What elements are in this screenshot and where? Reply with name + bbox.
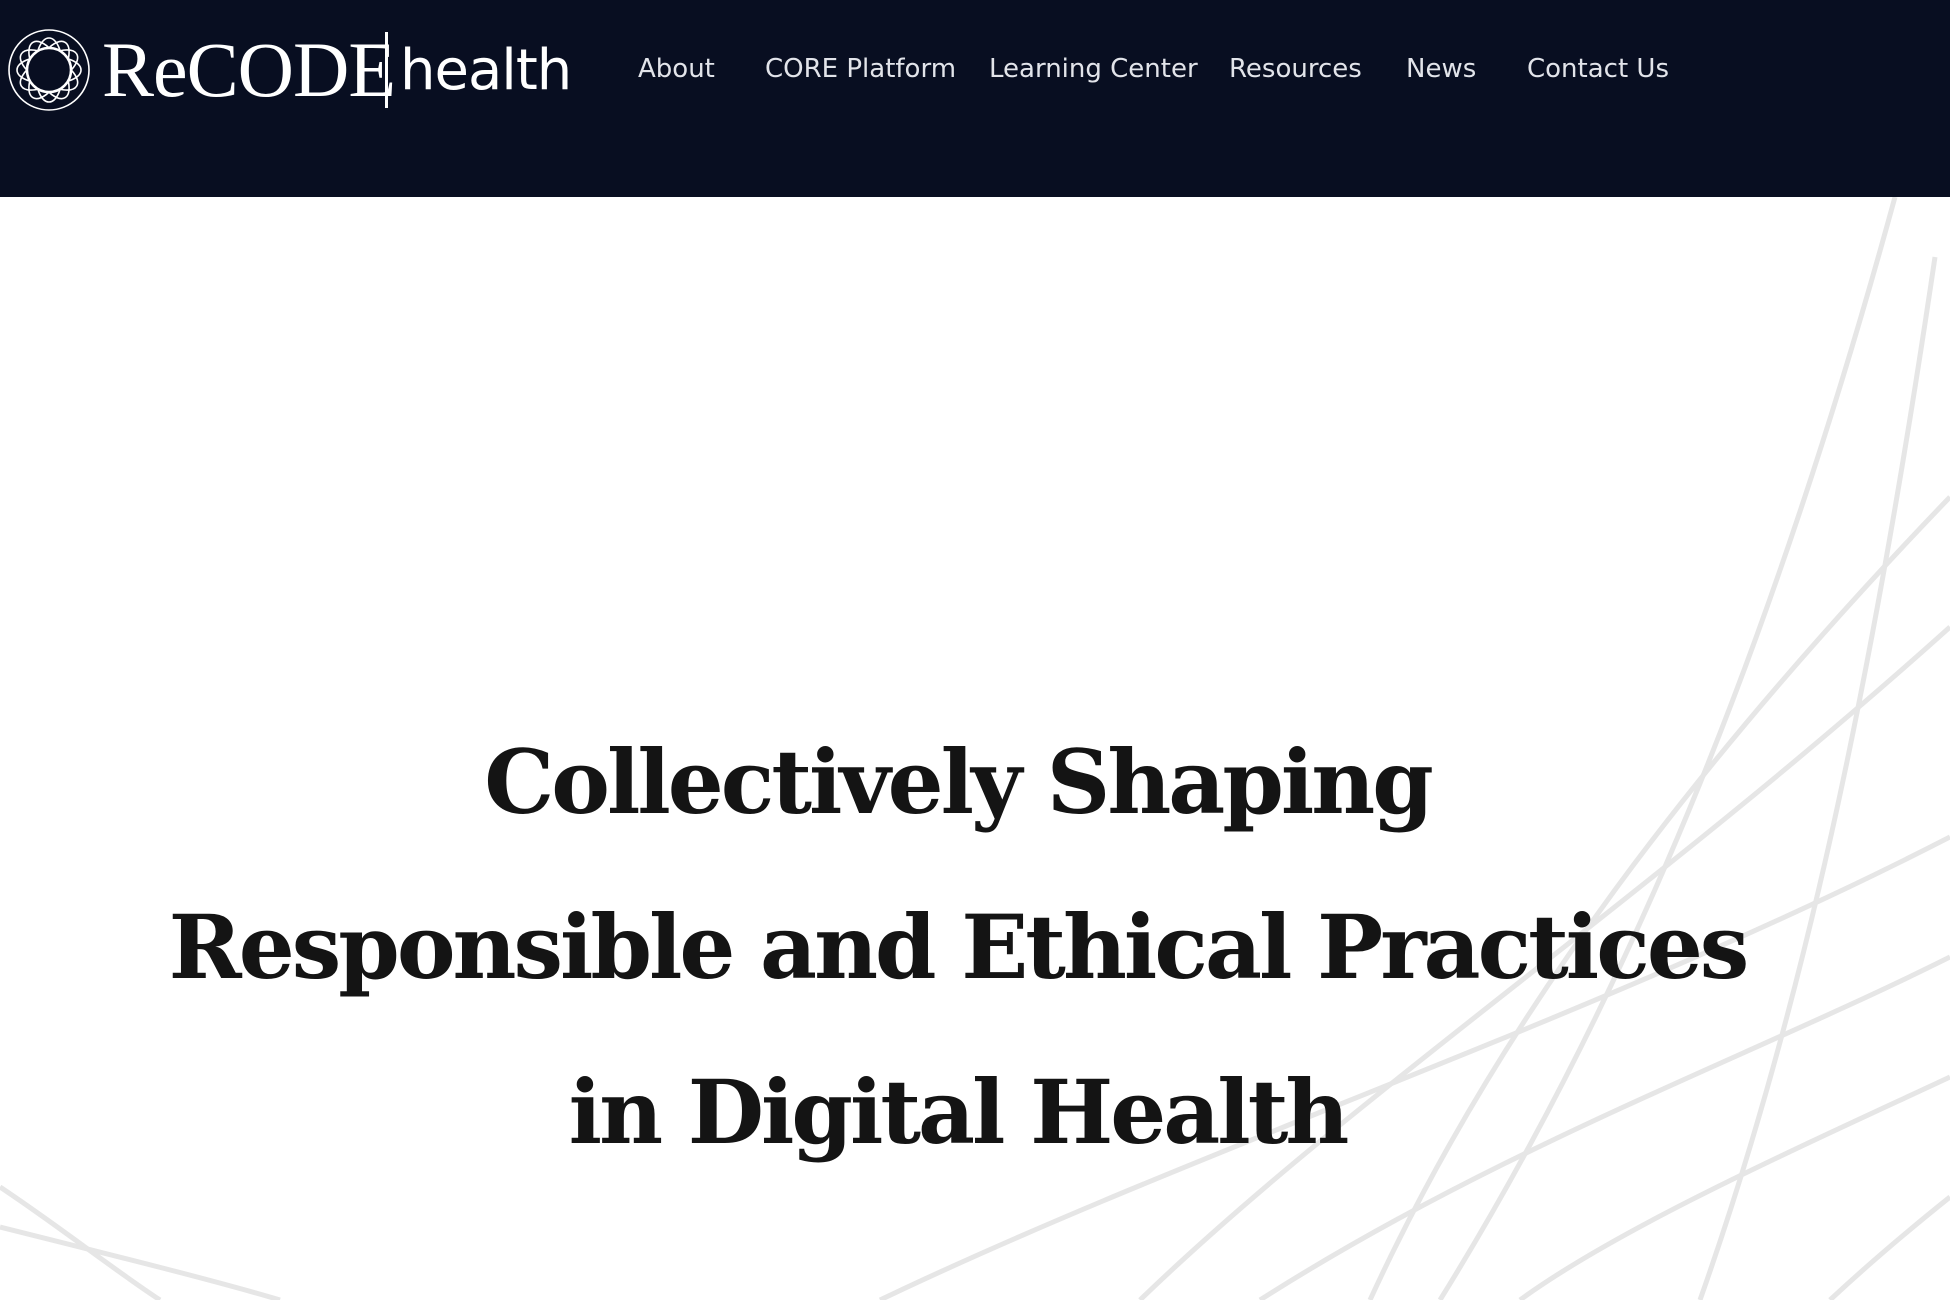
nav-resources[interactable]: Resources [1229, 44, 1362, 94]
main-nav: About CORE Platform Learning Center Reso… [0, 44, 1950, 94]
hero-line-1: Collectively Shaping [484, 730, 1434, 834]
nav-core-platform[interactable]: CORE Platform [765, 44, 956, 94]
hero-section: Collectively Shaping Responsible and Eth… [0, 700, 1915, 1195]
nav-contact-us[interactable]: Contact Us [1527, 44, 1669, 94]
site-header: ReCODE health About CORE Platform Learni… [0, 0, 1950, 197]
nav-news[interactable]: News [1406, 44, 1476, 94]
hero-line-2: Responsible and Ethical Practices [168, 895, 1750, 999]
hero-heading: Collectively Shaping Responsible and Eth… [0, 700, 1915, 1195]
nav-learning-center[interactable]: Learning Center [989, 44, 1198, 94]
hero-line-3: in Digital Health [568, 1060, 1350, 1164]
nav-about[interactable]: About [638, 44, 715, 94]
